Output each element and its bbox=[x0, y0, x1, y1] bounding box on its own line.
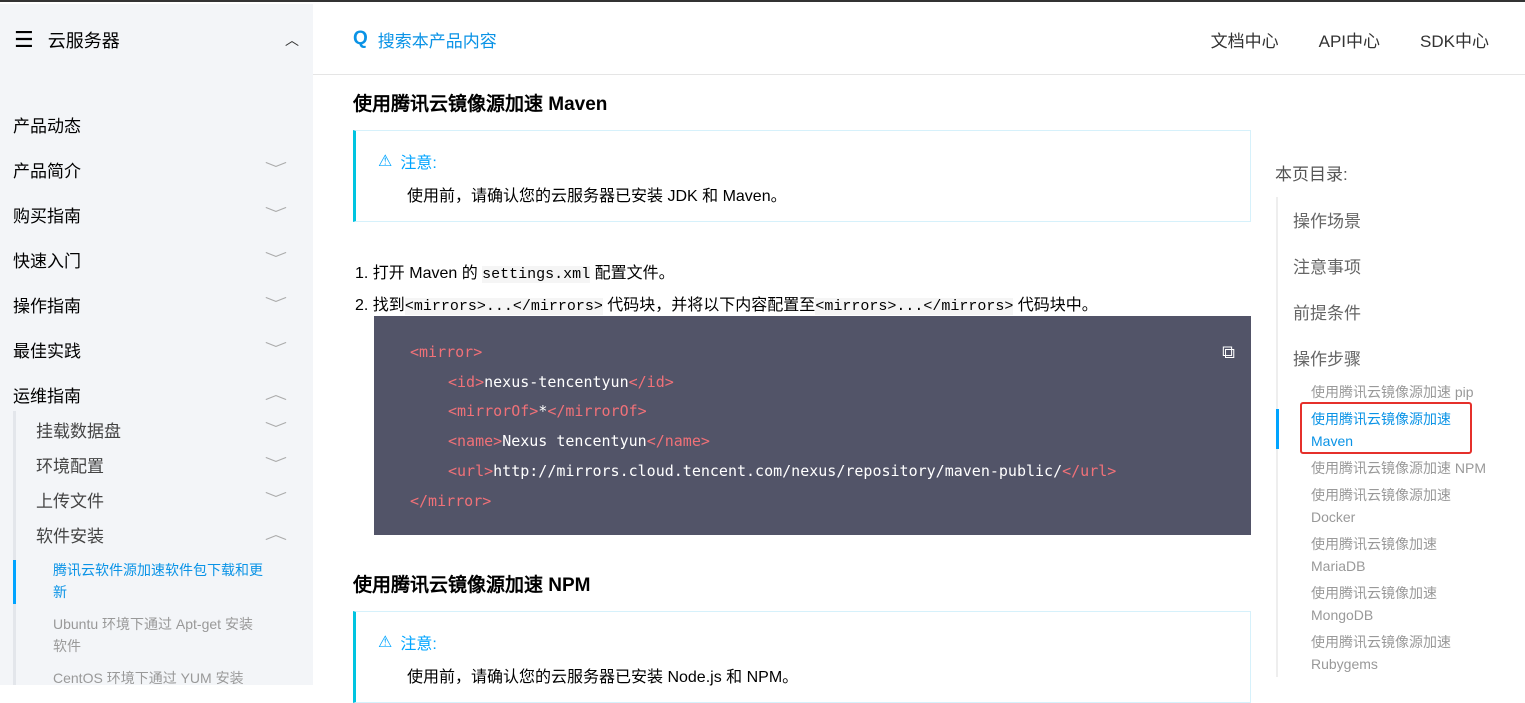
warning-icon: ⚠ bbox=[378, 151, 392, 171]
sidebar-item[interactable]: 操作指南﹀ bbox=[13, 289, 283, 319]
toc-subitem[interactable]: 使用腾讯云镜像源加速 pip bbox=[1311, 381, 1511, 403]
steps-list: 1. 打开 Maven 的 settings.xml 配置文件。 2. 找到<m… bbox=[355, 258, 1098, 322]
sidebar-item[interactable]: 运维指南︿ bbox=[13, 379, 283, 409]
sidebar-subitem[interactable]: 挂载数据盘﹀ bbox=[36, 414, 283, 444]
sidebar-header[interactable]: ☰ 云服务器 ︿ bbox=[0, 4, 313, 76]
sidebar-subitem-label: 软件安装 bbox=[36, 522, 104, 547]
note-label: 注意: bbox=[400, 149, 436, 173]
note-box: ⚠ 注意: 使用前，请确认您的云服务器已安装 JDK 和 Maven。 bbox=[353, 130, 1251, 222]
sidebar-item-label: 运维指南 bbox=[13, 382, 81, 407]
chevron-down-icon: ﹀ bbox=[265, 204, 287, 224]
sidebar-item[interactable]: 快速入门﹀ bbox=[13, 244, 283, 274]
warning-icon: ⚠ bbox=[378, 632, 392, 652]
collapse-icon[interactable]: ︿ bbox=[285, 30, 299, 50]
sdk-center-link[interactable]: SDK中心 bbox=[1420, 27, 1489, 52]
active-indicator bbox=[13, 560, 16, 604]
toc-active-indicator bbox=[1276, 409, 1279, 449]
toc-subitem[interactable]: 使用腾讯云镜像加速 MongoDB bbox=[1311, 582, 1461, 626]
toc-item[interactable]: 注意事项 bbox=[1293, 253, 1361, 278]
sidebar-leaf[interactable]: Ubuntu 环境下通过 Apt-get 安装软件 bbox=[53, 613, 263, 657]
tree-line bbox=[13, 411, 16, 685]
search-icon: Q bbox=[353, 28, 368, 50]
inline-code: settings.xml bbox=[482, 266, 590, 283]
section-title-maven: 使用腾讯云镜像源加速 Maven bbox=[353, 89, 607, 116]
sidebar-item-label: 购买指南 bbox=[13, 202, 81, 227]
toc-subitem[interactable]: 使用腾讯云镜像源加速 Rubygems bbox=[1311, 631, 1471, 675]
sidebar-item[interactable]: 最佳实践﹀ bbox=[13, 334, 283, 364]
code-block: ⧉ <mirror> <id>nexus-tencentyun</id> <mi… bbox=[374, 316, 1251, 535]
chevron-up-icon: ︿ bbox=[265, 524, 287, 544]
product-title: 云服务器 bbox=[48, 27, 120, 53]
menu-icon[interactable]: ☰ bbox=[14, 27, 34, 53]
toc-item[interactable]: 前提条件 bbox=[1293, 299, 1361, 324]
search-placeholder: 搜索本产品内容 bbox=[378, 27, 497, 52]
sidebar-subitem-label: 上传文件 bbox=[36, 487, 104, 512]
sidebar: ☰ 云服务器 ︿ 产品动态 产品简介﹀ 购买指南﹀ 快速入门﹀ 操作指南﹀ 最佳… bbox=[0, 4, 313, 685]
sidebar-subitem[interactable]: 上传文件﹀ bbox=[36, 484, 283, 514]
sidebar-item[interactable]: 产品简介﹀ bbox=[13, 154, 283, 184]
toc-subitem[interactable]: 使用腾讯云镜像加速 MariaDB bbox=[1311, 533, 1461, 577]
toc-item[interactable]: 操作场景 bbox=[1293, 207, 1361, 232]
chevron-down-icon: ﹀ bbox=[265, 249, 287, 269]
sidebar-item-label: 产品动态 bbox=[13, 112, 81, 137]
chevron-down-icon: ﹀ bbox=[265, 454, 287, 474]
chevron-down-icon: ﹀ bbox=[265, 339, 287, 359]
sidebar-item-label: 操作指南 bbox=[13, 292, 81, 317]
top-bar: Q 搜索本产品内容 文档中心 API中心 SDK中心 bbox=[313, 4, 1525, 75]
note-text: 使用前，请确认您的云服务器已安装 JDK 和 Maven。 bbox=[407, 182, 1228, 206]
chevron-down-icon: ﹀ bbox=[265, 419, 287, 439]
toc-item[interactable]: 操作步骤 bbox=[1293, 345, 1361, 370]
sidebar-item[interactable]: 购买指南﹀ bbox=[13, 199, 283, 229]
copy-icon[interactable]: ⧉ bbox=[1222, 338, 1235, 368]
inline-code: <mirrors>...</mirrors> bbox=[815, 298, 1013, 315]
sidebar-item-label: 最佳实践 bbox=[13, 337, 81, 362]
sidebar-leaf-active[interactable]: 腾讯云软件源加速软件包下载和更新 bbox=[53, 559, 263, 603]
note-text: 使用前，请确认您的云服务器已安装 Node.js 和 NPM。 bbox=[407, 663, 1228, 687]
section-title-npm: 使用腾讯云镜像源加速 NPM bbox=[353, 570, 591, 597]
chevron-down-icon: ﹀ bbox=[265, 294, 287, 314]
search-box[interactable]: Q 搜索本产品内容 bbox=[353, 27, 497, 52]
docs-center-link[interactable]: 文档中心 bbox=[1211, 27, 1279, 52]
sidebar-subitem-label: 挂载数据盘 bbox=[36, 417, 121, 442]
sidebar-leaf[interactable]: CentOS 环境下通过 YUM 安装 bbox=[53, 667, 263, 685]
highlight-box bbox=[1300, 402, 1472, 454]
sidebar-item[interactable]: 产品动态 bbox=[13, 109, 283, 139]
toc-title: 本页目录: bbox=[1275, 160, 1348, 185]
inline-code: <mirrors>...</mirrors> bbox=[405, 298, 603, 315]
sidebar-subitem[interactable]: 软件安装︿ bbox=[36, 519, 283, 549]
sidebar-item-label: 产品简介 bbox=[13, 157, 81, 182]
sidebar-item-label: 快速入门 bbox=[13, 247, 81, 272]
chevron-down-icon: ﹀ bbox=[265, 489, 287, 509]
step-1: 1. 打开 Maven 的 settings.xml 配置文件。 bbox=[355, 258, 1098, 290]
toc-subitem[interactable]: 使用腾讯云镜像源加速 Docker bbox=[1311, 484, 1471, 528]
api-center-link[interactable]: API中心 bbox=[1319, 27, 1380, 52]
chevron-down-icon: ﹀ bbox=[265, 159, 287, 179]
note-box: ⚠ 注意: 使用前，请确认您的云服务器已安装 Node.js 和 NPM。 bbox=[353, 611, 1251, 703]
sidebar-subitem-label: 环境配置 bbox=[36, 452, 104, 477]
chevron-up-icon: ︿ bbox=[265, 384, 287, 404]
toc-subitem[interactable]: 使用腾讯云镜像源加速 NPM bbox=[1311, 457, 1511, 479]
note-label: 注意: bbox=[400, 630, 436, 654]
sidebar-subitem[interactable]: 环境配置﹀ bbox=[36, 449, 283, 479]
